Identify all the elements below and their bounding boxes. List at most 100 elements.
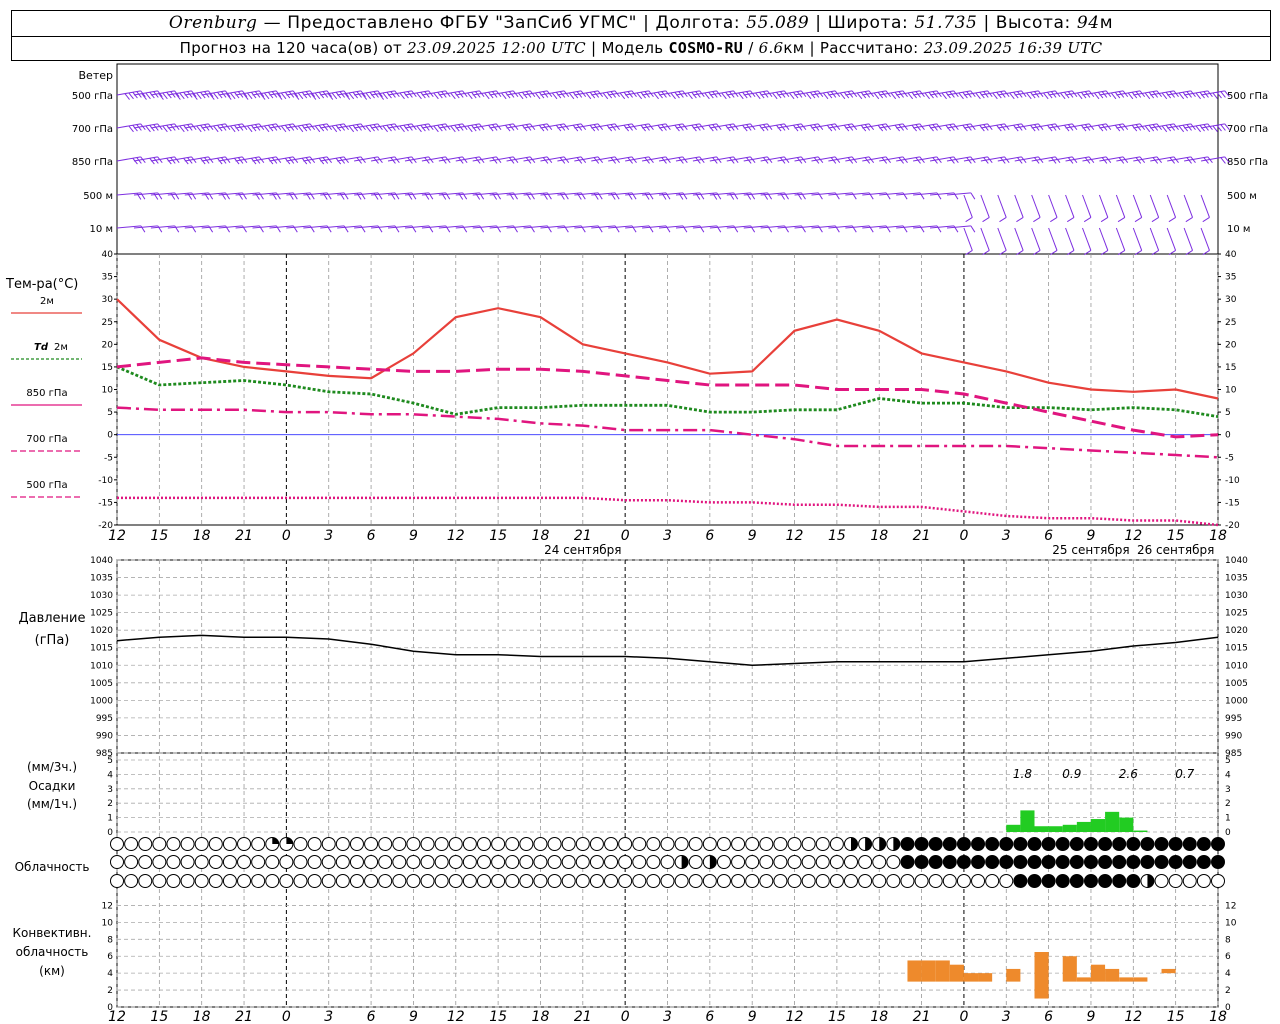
wind-barb: [743, 192, 773, 200]
cloud-cover-fill: [879, 837, 886, 851]
pressure-tick-left: 990: [96, 731, 113, 741]
wind-barb: [1150, 123, 1179, 133]
barb-staff: [963, 227, 973, 251]
precip-tick-right: 1: [1225, 814, 1231, 824]
barb-flag: [1093, 92, 1100, 100]
cloud-cover-circle: [787, 855, 802, 869]
barb-flag: [1083, 217, 1092, 223]
cloud-cover-circle: [307, 855, 322, 869]
barb-flag: [1195, 92, 1202, 100]
wind-barb: [642, 90, 671, 100]
wind-barb: [658, 90, 688, 100]
wind-barb: [303, 192, 332, 200]
hour-tick-label: 15: [1167, 528, 1185, 544]
conv-tick-left: 4: [107, 969, 113, 979]
conv-tick-left: 10: [102, 918, 114, 928]
wind-barb: [591, 192, 620, 200]
cloud-cover-circle: [420, 855, 435, 869]
pressure-tick-right: 1020: [1225, 626, 1248, 636]
conv-tick-right: 2: [1225, 986, 1231, 996]
wind-barb: [472, 90, 502, 100]
cloud-cover-circle: [420, 874, 435, 888]
wind-barb: [608, 225, 637, 233]
wind-barb: [523, 192, 552, 200]
wind-barb: [675, 225, 705, 233]
precip-bar: [1133, 830, 1148, 832]
wind-barb: [1082, 123, 1112, 132]
cloud-cover-circle: [646, 837, 661, 851]
barb-staff: [1200, 194, 1210, 218]
cloud-cover-circle: [349, 855, 364, 869]
wind-barb: [506, 192, 535, 200]
cloud-cover-circle: [1182, 837, 1197, 851]
barb-staff: [997, 194, 1007, 218]
wind-barb: [743, 123, 773, 132]
cloud-cover-circle: [208, 855, 223, 869]
cloud-cover-circle: [477, 855, 491, 869]
cloud-cover-circle: [815, 874, 830, 888]
precip-tick-right: 2: [1225, 799, 1231, 809]
cloud-cover-circle: [716, 855, 731, 869]
wind-barb: [608, 90, 637, 100]
legend-label: 850 гПа: [26, 388, 67, 399]
cloud-cover-circle: [279, 855, 294, 869]
barb-flag: [162, 125, 168, 133]
pressure-tick-right: 1000: [1225, 696, 1248, 706]
barb-flag: [1151, 217, 1159, 223]
cloud-cover-circle: [124, 874, 139, 888]
wind-barb: [404, 225, 434, 233]
conv-bar: [949, 964, 964, 982]
cloud-cover-circle: [110, 874, 124, 888]
cloud-cover-circle: [138, 837, 153, 851]
cloud-cover-circle: [942, 874, 957, 888]
barb-flag: [534, 92, 541, 100]
barb-flag: [399, 92, 405, 100]
cloud-cover-circle: [462, 837, 477, 851]
wind-barb: [354, 192, 383, 200]
wind-barb: [303, 123, 333, 133]
cloud-cover-circle: [519, 874, 534, 888]
cloud-cover-circle: [448, 874, 463, 888]
wind-barb: [1183, 194, 1194, 223]
wind-barb: [608, 123, 637, 132]
temp-tick-left: 40: [102, 250, 114, 260]
wind-barb: [828, 90, 858, 100]
pressure-tick-right: 1025: [1225, 609, 1248, 619]
pressure-tick-right: 990: [1225, 731, 1242, 741]
barb-staff: [1098, 227, 1109, 251]
wind-barb: [218, 192, 247, 200]
barb-flag: [1066, 217, 1075, 223]
conv-unit: (км): [39, 964, 65, 978]
wind-barb: [574, 192, 603, 200]
wind-barb: [184, 192, 214, 200]
barb-flag: [128, 92, 134, 100]
pressure-tick-right: 1015: [1225, 644, 1248, 654]
cloud-cover-circle: [618, 855, 633, 869]
wind-barb: [370, 123, 400, 133]
wind-barb: [845, 90, 875, 100]
barb-flag: [331, 92, 338, 100]
wind-barb: [269, 225, 298, 233]
barb-flag: [365, 125, 372, 133]
hour-tick-label: 0: [959, 1009, 968, 1024]
cloud-cover-circle: [251, 855, 266, 869]
cloud-cover-circle: [787, 837, 802, 851]
cloud-cover-circle: [364, 874, 379, 888]
wind-barb: [167, 156, 197, 165]
cloud-cover-circle: [618, 837, 633, 851]
hour-tick-label: 15: [489, 1009, 507, 1024]
cloud-cover-circle: [237, 855, 252, 869]
wind-barb: [777, 123, 807, 132]
pressure-tick-left: 1000: [90, 696, 113, 706]
hour-tick-label: 6: [705, 528, 714, 544]
hour-tick-label: 15: [828, 528, 846, 544]
barb-flag: [585, 92, 592, 100]
cloud-cover-circle: [1013, 837, 1028, 851]
wind-barb: [201, 192, 231, 200]
wind-barb: [1099, 90, 1129, 100]
hour-tick-label: 6: [367, 1009, 376, 1024]
wind-barb: [133, 123, 163, 133]
wind-barb: [438, 225, 468, 233]
hour-tick-label: 15: [150, 1009, 168, 1024]
barb-staff: [1065, 194, 1075, 218]
